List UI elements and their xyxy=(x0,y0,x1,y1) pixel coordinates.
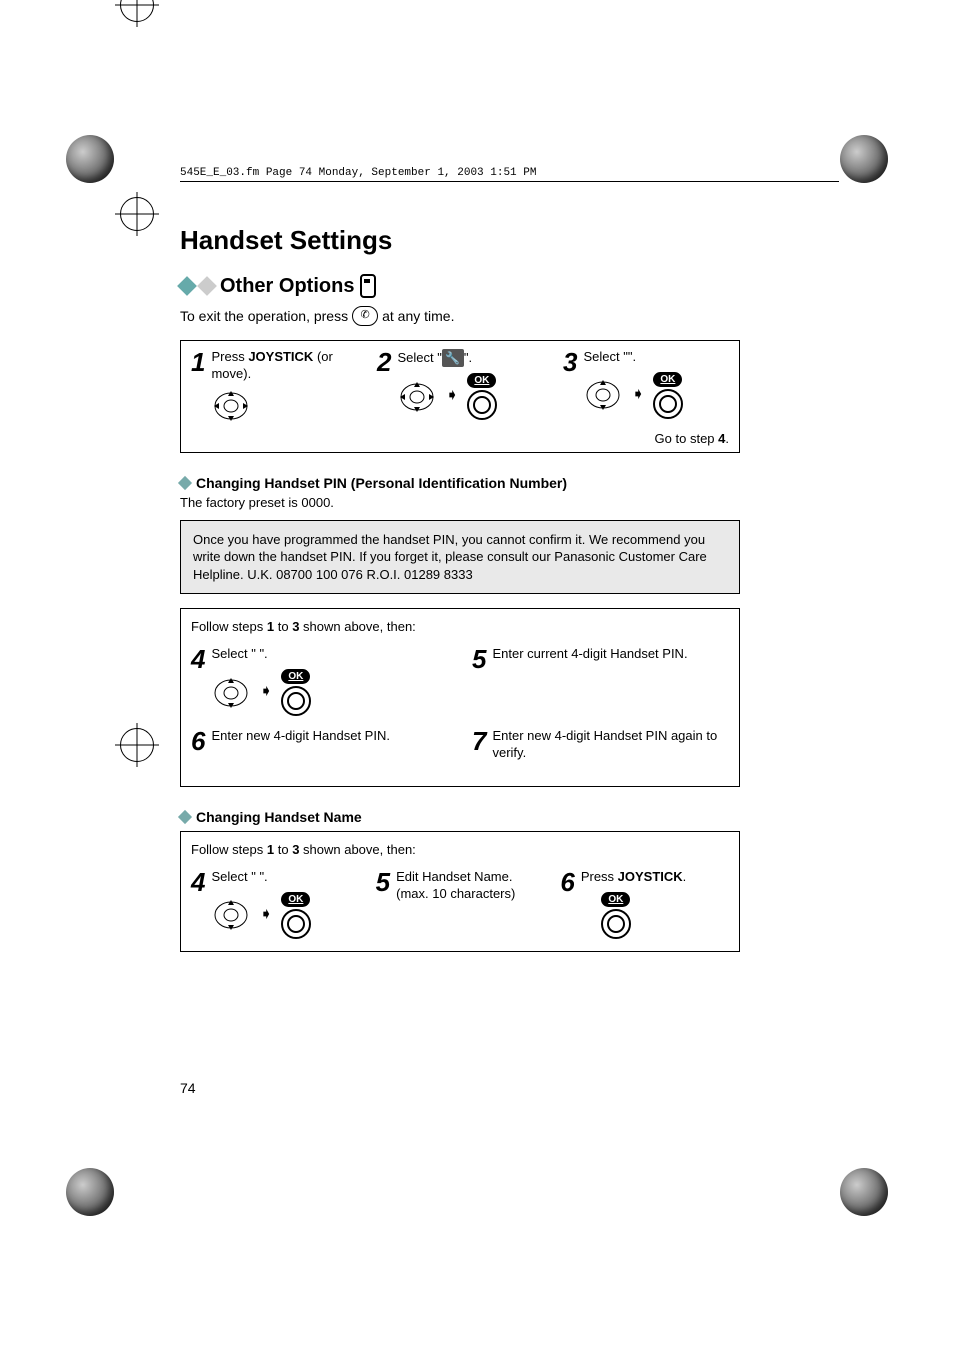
ok-badge: OK xyxy=(601,892,630,907)
text: Enter current 4-digit Handset PIN. xyxy=(492,646,687,716)
step-4: 4 Select " ". ➧ OK xyxy=(191,646,448,716)
crop-target-tl xyxy=(120,197,154,231)
arrow-right-icon: ➧ xyxy=(631,385,644,406)
step-4: 4 Select " ". ➧ OK xyxy=(191,869,360,939)
crop-target-ml xyxy=(120,728,154,762)
joystick-vert-icon xyxy=(211,898,251,932)
joystick-vert-icon xyxy=(211,676,251,710)
ok-badge: OK xyxy=(281,669,310,684)
step-5: 5 Edit Handset Name. (max. 10 characters… xyxy=(376,869,545,939)
page-title: Handset Settings xyxy=(180,225,740,256)
diamond-icon xyxy=(177,276,197,296)
step-2: 2 Select "🔧". ➧ OK xyxy=(377,349,543,423)
hangup-icon: ✆ xyxy=(352,306,378,326)
step-number: 6 xyxy=(560,869,574,939)
step-3: 3 Select "". ➧ OK xyxy=(563,349,729,423)
procedure-pin: Follow steps 1 to 3 shown above, then: 4… xyxy=(180,608,740,787)
follow-intro: Follow steps 1 to 3 shown above, then: xyxy=(191,842,729,857)
subheading-text: Changing Handset Name xyxy=(196,809,362,825)
diamond-icon xyxy=(178,476,192,490)
procedure-initial: 1 Press JOYSTICK (or move). 2 Select "🔧"… xyxy=(180,340,740,453)
text: Select " ". xyxy=(211,869,310,886)
step-6: 6 Enter new 4-digit Handset PIN. xyxy=(191,728,448,762)
step-number: 4 xyxy=(191,646,205,716)
text: Press xyxy=(581,869,618,884)
ok-badge: OK xyxy=(281,892,310,907)
subheading-text: Changing Handset PIN (Personal Identific… xyxy=(196,475,567,491)
section-title: Other Options xyxy=(220,275,354,298)
ok-badge: OK xyxy=(653,372,682,387)
step-number: 5 xyxy=(472,646,486,716)
text: To exit the operation, press xyxy=(180,308,348,324)
diamond-icon xyxy=(197,276,217,296)
step-6: 6 Press JOYSTICK. OK xyxy=(560,869,729,939)
step-number: 6 xyxy=(191,728,205,762)
subheading-pin: Changing Handset PIN (Personal Identific… xyxy=(180,475,740,491)
arrow-right-icon: ➧ xyxy=(445,386,458,407)
ok-button-graphic: OK xyxy=(281,669,311,716)
joystick-word: JOYSTICK xyxy=(618,869,683,884)
follow-intro: Follow steps 1 to 3 shown above, then: xyxy=(191,619,729,634)
step-number: 5 xyxy=(376,869,390,939)
step-7: 7 Enter new 4-digit Handset PIN again to… xyxy=(472,728,729,762)
joystick-vert-icon xyxy=(583,378,623,412)
crop-sphere-tr xyxy=(840,135,888,183)
goto-step: Go to step 4. xyxy=(191,431,729,446)
text: Select " xyxy=(397,350,441,365)
step-number: 7 xyxy=(472,728,486,762)
crop-sphere-bl xyxy=(66,1168,114,1216)
ok-button-graphic: OK xyxy=(653,372,683,419)
page-content: Handset Settings Other Options To exit t… xyxy=(180,225,740,952)
crop-sphere-br xyxy=(840,1168,888,1216)
procedure-name: Follow steps 1 to 3 shown above, then: 4… xyxy=(180,831,740,952)
exit-instruction: To exit the operation, press ✆ at any ti… xyxy=(180,306,740,326)
text: ". xyxy=(464,350,472,365)
joystick-word: JOYSTICK xyxy=(248,349,313,364)
text: at any time. xyxy=(382,308,454,324)
diamond-icon xyxy=(178,810,192,824)
ok-button-graphic: OK xyxy=(467,373,497,420)
joystick-icon xyxy=(211,389,251,423)
factory-preset-text: The factory preset is 0000. xyxy=(180,495,740,510)
text: Press xyxy=(211,349,248,364)
step-number: 3 xyxy=(563,349,577,423)
ok-button-graphic: OK xyxy=(281,892,311,939)
text: Edit Handset Name. xyxy=(396,869,515,886)
text: ". xyxy=(628,349,636,364)
ok-badge: OK xyxy=(467,373,496,388)
text: (max. 10 characters) xyxy=(396,886,515,903)
step-5: 5 Enter current 4-digit Handset PIN. xyxy=(472,646,729,716)
ok-button-graphic: OK xyxy=(601,892,631,939)
page-number: 74 xyxy=(180,1080,196,1096)
joystick-icon xyxy=(397,380,437,414)
text: Select " ". xyxy=(211,646,310,663)
crop-target-bl xyxy=(120,0,154,22)
step-number: 2 xyxy=(377,349,391,423)
section-heading-row: Other Options xyxy=(180,274,740,298)
subheading-name: Changing Handset Name xyxy=(180,809,740,825)
arrow-right-icon: ➧ xyxy=(259,682,272,703)
text: Select " xyxy=(583,349,627,364)
text: . xyxy=(683,869,687,884)
step-number: 1 xyxy=(191,349,205,423)
source-file-header: 545E_E_03.fm Page 74 Monday, September 1… xyxy=(180,167,839,182)
crop-sphere-tl xyxy=(66,135,114,183)
text: Enter new 4-digit Handset PIN again to v… xyxy=(492,728,729,762)
step-number: 4 xyxy=(191,869,205,939)
info-box-pin: Once you have programmed the handset PIN… xyxy=(180,520,740,595)
step-1: 1 Press JOYSTICK (or move). xyxy=(191,349,357,423)
text: Enter new 4-digit Handset PIN. xyxy=(211,728,389,762)
wrench-icon: 🔧 xyxy=(442,349,464,367)
arrow-right-icon: ➧ xyxy=(259,905,272,926)
handset-icon xyxy=(360,274,376,298)
